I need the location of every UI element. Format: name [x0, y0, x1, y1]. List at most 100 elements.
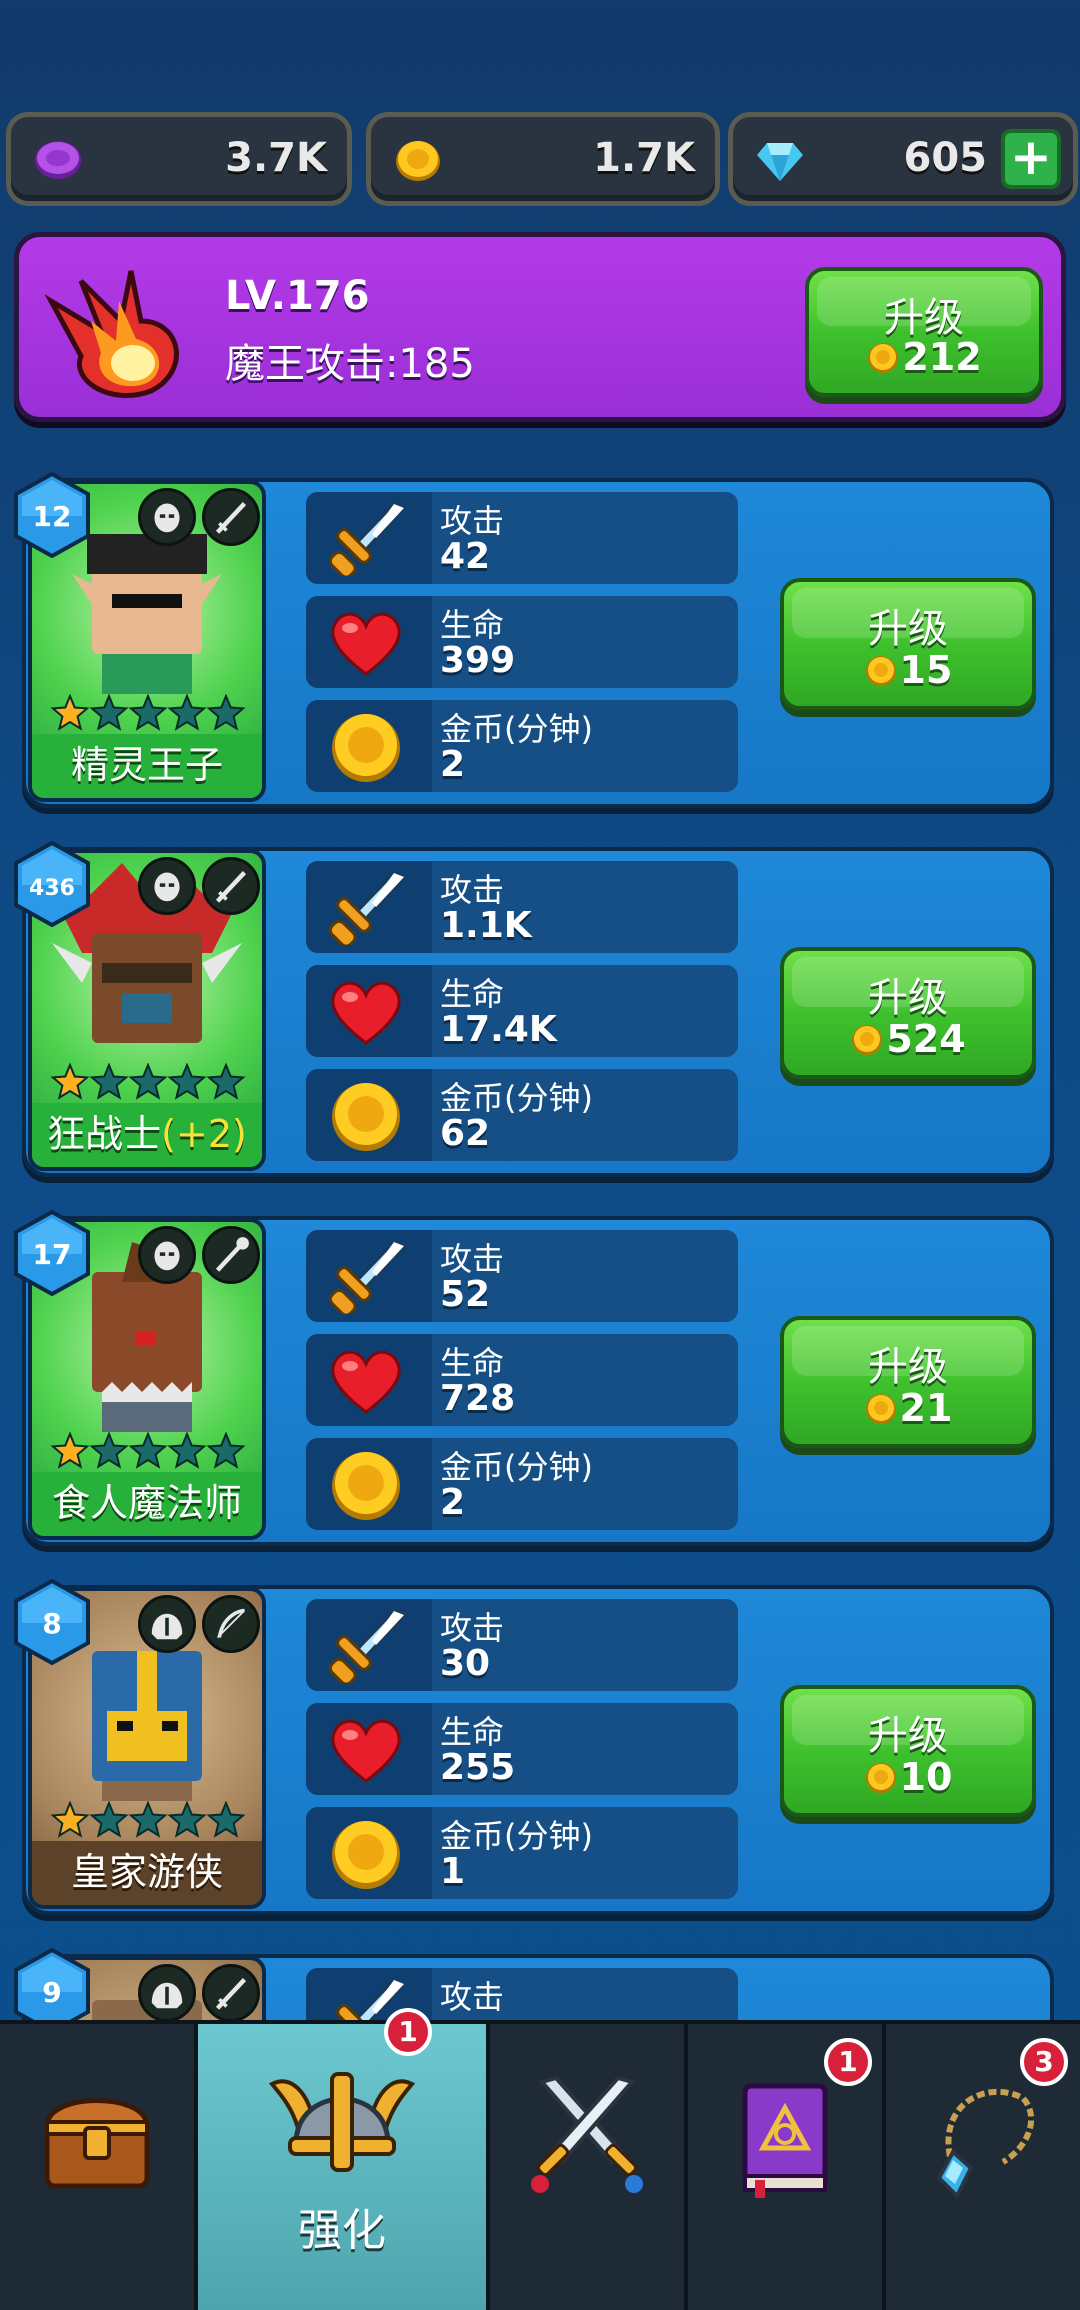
- star-rating: [50, 1432, 246, 1469]
- gold-per-min-stat: 金币(分钟) 2: [306, 1438, 738, 1530]
- hero-name: 食人魔法师: [32, 1472, 262, 1536]
- heart-stat-icon: [331, 1350, 401, 1414]
- spellbook-icon: [742, 2083, 828, 2198]
- hero-level: 9: [42, 1976, 61, 2009]
- star-icon: [89, 1432, 129, 1469]
- hero-upgrade-button[interactable]: 升级 21: [780, 1316, 1036, 1448]
- tab-spellbook[interactable]: 1: [688, 2024, 886, 2310]
- elf-face-icon: [138, 488, 196, 546]
- dagger-icon: [202, 488, 260, 546]
- sword-stat-icon: [328, 1240, 407, 1314]
- upgrade-cost-value: 10: [899, 1755, 953, 1799]
- hero-card: 精灵王子 12 攻击 42 生命 399 金币(分钟) 2 升级 15: [14, 472, 1054, 808]
- treasure-chest-icon: [44, 2098, 150, 2189]
- star-icon: [50, 1063, 90, 1100]
- knight-helmet-icon: [138, 1595, 196, 1653]
- stat-icon-box: [306, 965, 432, 1057]
- sword-icon: [202, 857, 260, 915]
- star-icon: [128, 1063, 168, 1100]
- hero-level-badge: 436: [14, 841, 90, 927]
- hero-name-text: 皇家游侠: [70, 1850, 223, 1894]
- tab-amulet[interactable]: 3: [886, 2024, 1080, 2310]
- tab-spellbook-badge: 1: [824, 2038, 872, 2086]
- hero-upgrade-button[interactable]: 升级 524: [780, 947, 1036, 1079]
- stat-icon-box: [306, 1069, 432, 1161]
- knight-helmet-icon: [138, 1964, 196, 2022]
- attack-stat: 攻击 52: [306, 1230, 738, 1322]
- hero-name-text: 狂战士: [47, 1112, 162, 1156]
- hero-card: 皇家游侠 8 攻击 30 生命 255 金币(分钟) 1 升级 10: [14, 1579, 1054, 1915]
- stat-value: 62: [440, 1113, 491, 1154]
- hero-bonus: (+2): [161, 1112, 247, 1156]
- gold-stat-icon: [332, 1083, 400, 1151]
- star-icon: [50, 694, 90, 731]
- stat-value: 2: [440, 1482, 466, 1523]
- upgrade-label: 升级: [868, 975, 948, 1021]
- tab-amulet-badge: 3: [1020, 2038, 1068, 2086]
- upgrade-cost: 21: [784, 1386, 1032, 1430]
- sword-stat-icon: [328, 502, 407, 576]
- add-gems-button[interactable]: +: [1001, 129, 1061, 189]
- upgrade-label: 升级: [868, 1344, 948, 1390]
- stat-icon-box: [306, 1438, 432, 1530]
- stat-icon-box: [306, 861, 432, 953]
- coin-icon: [865, 1394, 896, 1424]
- upgrade-cost-value: 212: [902, 335, 982, 379]
- hero-level-badge: 17: [14, 1210, 90, 1296]
- demon-king-upgrade-button[interactable]: 升级 212: [805, 267, 1043, 397]
- gold-currency: 1.7K: [366, 112, 720, 206]
- purple-token-icon: [35, 141, 81, 179]
- hero-level: 436: [29, 876, 75, 901]
- hero-card: 食人魔法师 17 攻击 52 生命 728 金币(分钟) 2 升级 21: [14, 1210, 1054, 1546]
- tab-upgrade[interactable]: 强化 1: [198, 2008, 490, 2310]
- gold-per-min-stat: 金币(分钟) 2: [306, 700, 738, 792]
- hero-upgrade-button[interactable]: 升级 15: [780, 578, 1036, 710]
- star-rating: [50, 694, 246, 731]
- upgrade-cost: 524: [784, 1017, 1032, 1061]
- stat-icon-box: [306, 1599, 432, 1691]
- tab-chest[interactable]: [0, 2024, 198, 2310]
- crossed-swords-icon: [531, 2075, 643, 2193]
- demon-king-level: LV.176: [225, 273, 370, 319]
- upgrade-cost-value: 15: [899, 648, 953, 692]
- gold-per-min-stat: 金币(分钟) 62: [306, 1069, 738, 1161]
- star-icon: [206, 694, 246, 731]
- stat-icon-box: [306, 1703, 432, 1795]
- star-icon: [128, 694, 168, 731]
- star-icon: [167, 694, 207, 731]
- orc-face-icon: [138, 1226, 196, 1284]
- star-icon: [167, 1801, 207, 1838]
- orc-face-icon: [138, 857, 196, 915]
- health-stat: 生命 255: [306, 1703, 738, 1795]
- sword-icon: [202, 1964, 260, 2022]
- bottom-tab-bar: 强化 1 1 3: [0, 2008, 1080, 2310]
- star-icon: [89, 1063, 129, 1100]
- staff-icon: [202, 1226, 260, 1284]
- hero-upgrade-button[interactable]: 升级 10: [780, 1685, 1036, 1817]
- hero-level-badge: 12: [14, 472, 90, 558]
- hero-name: 皇家游侠: [32, 1841, 262, 1905]
- star-rating: [50, 1801, 246, 1838]
- attack-stat: 攻击 30: [306, 1599, 738, 1691]
- viking-helmet-icon: [268, 2072, 416, 2172]
- coin-icon: [852, 1025, 883, 1055]
- hero-level: 8: [42, 1607, 61, 1640]
- gold-stat-icon: [332, 1452, 400, 1520]
- upgrade-cost: 10: [784, 1755, 1032, 1799]
- fireball-icon: [44, 270, 179, 398]
- upgrade-cost-value: 524: [886, 1017, 966, 1061]
- star-icon: [50, 1432, 90, 1469]
- stat-value: 1: [440, 1851, 466, 1892]
- tab-battle[interactable]: [490, 2024, 688, 2310]
- stat-value: 1.1K: [440, 905, 532, 946]
- star-icon: [128, 1432, 168, 1469]
- hero-level: 17: [33, 1238, 72, 1271]
- coin-icon: [865, 656, 896, 686]
- star-icon: [206, 1801, 246, 1838]
- upgrade-cost: 212: [809, 335, 1039, 379]
- sword-stat-icon: [328, 1609, 407, 1683]
- stat-icon-box: [306, 700, 432, 792]
- currency-bar: 3.7K 1.7K 605 +: [6, 112, 1078, 206]
- tab-upgrade-label: 强化: [298, 2205, 386, 2256]
- gem-amount: 605: [903, 135, 988, 181]
